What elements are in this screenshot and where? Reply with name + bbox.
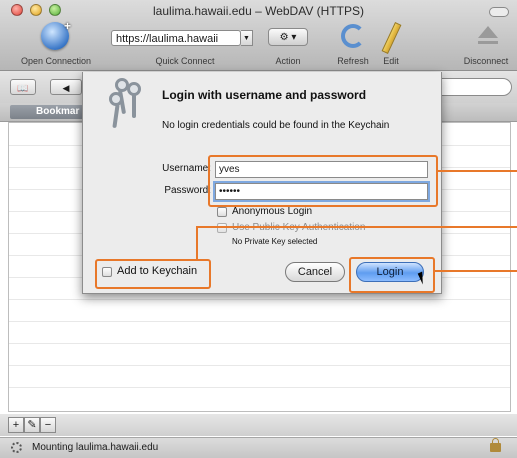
pencil-icon[interactable] xyxy=(381,22,402,54)
eject-bar xyxy=(478,41,498,44)
list-row-divider xyxy=(9,365,510,366)
login-callout-line xyxy=(435,270,517,272)
quick-connect-input[interactable]: https://laulima.hawaii xyxy=(111,30,241,46)
keychain-highlight xyxy=(95,259,211,289)
dialog-title: Login with username and password xyxy=(162,88,367,102)
toolbar-toggle-button[interactable] xyxy=(489,7,509,17)
public-key-checkbox[interactable] xyxy=(217,223,227,233)
back-button[interactable]: ◀ xyxy=(50,79,82,95)
login-highlight xyxy=(349,257,435,293)
keychain-callout-line xyxy=(196,226,517,228)
open-connection-label[interactable]: Open Connection xyxy=(10,56,102,66)
add-bookmark-button[interactable]: + xyxy=(8,417,24,433)
tab-bookmarks[interactable]: Bookmar xyxy=(10,105,90,119)
edit-bookmark-button[interactable]: ✎ xyxy=(24,417,40,433)
refresh-icon[interactable] xyxy=(341,24,365,48)
keys-icon xyxy=(109,78,153,138)
app-window: laulima.hawaii.edu – WebDAV (HTTPS) + Op… xyxy=(0,0,517,458)
action-label: Action xyxy=(275,56,301,66)
list-row-divider xyxy=(9,387,510,388)
credentials-highlight xyxy=(208,155,438,207)
anonymous-login-checkbox[interactable] xyxy=(217,207,227,217)
quick-connect-label: Quick Connect xyxy=(155,56,215,66)
list-row-divider xyxy=(9,299,510,300)
title-toolbar: laulima.hawaii.edu – WebDAV (HTTPS) + Op… xyxy=(0,0,517,71)
action-button[interactable]: ⚙ ▾ xyxy=(268,28,308,46)
back-arrow-icon: ◀ xyxy=(62,83,70,93)
refresh-label[interactable]: Refresh xyxy=(330,56,376,66)
eject-icon[interactable] xyxy=(478,26,498,38)
dropdown-arrow-icon[interactable]: ▼ xyxy=(241,30,253,46)
keychain-callout-vertical xyxy=(196,227,198,259)
bookmarks-toggle-button[interactable]: 📖 xyxy=(10,79,36,95)
credentials-callout-line xyxy=(438,170,517,172)
status-text: Mounting laulima.hawaii.edu xyxy=(32,442,159,453)
cancel-button[interactable]: Cancel xyxy=(285,262,345,282)
globe-icon[interactable]: + xyxy=(41,19,71,50)
plus-icon: + xyxy=(63,19,71,33)
remove-bookmark-button[interactable]: − xyxy=(40,417,56,433)
bookmark-controls: + ✎ − xyxy=(0,414,517,436)
password-label: Password: xyxy=(164,185,211,196)
username-label: Username: xyxy=(162,163,211,174)
window-title: laulima.hawaii.edu – WebDAV (HTTPS) xyxy=(153,4,364,18)
disconnect-label[interactable]: Disconnect xyxy=(455,56,517,66)
list-row-divider xyxy=(9,343,510,344)
list-row-divider xyxy=(9,321,510,322)
book-icon: 📖 xyxy=(17,83,29,93)
anonymous-login-label: Anonymous Login xyxy=(232,206,313,217)
private-key-note: No Private Key selected xyxy=(232,237,318,246)
edit-label[interactable]: Edit xyxy=(376,56,406,66)
spinner-icon xyxy=(11,442,22,453)
gear-icon: ⚙ ▾ xyxy=(279,32,297,43)
status-bar: Mounting laulima.hawaii.edu xyxy=(0,437,517,458)
dialog-message: No login credentials could be found in t… xyxy=(162,120,390,131)
lock-icon[interactable] xyxy=(490,438,501,452)
